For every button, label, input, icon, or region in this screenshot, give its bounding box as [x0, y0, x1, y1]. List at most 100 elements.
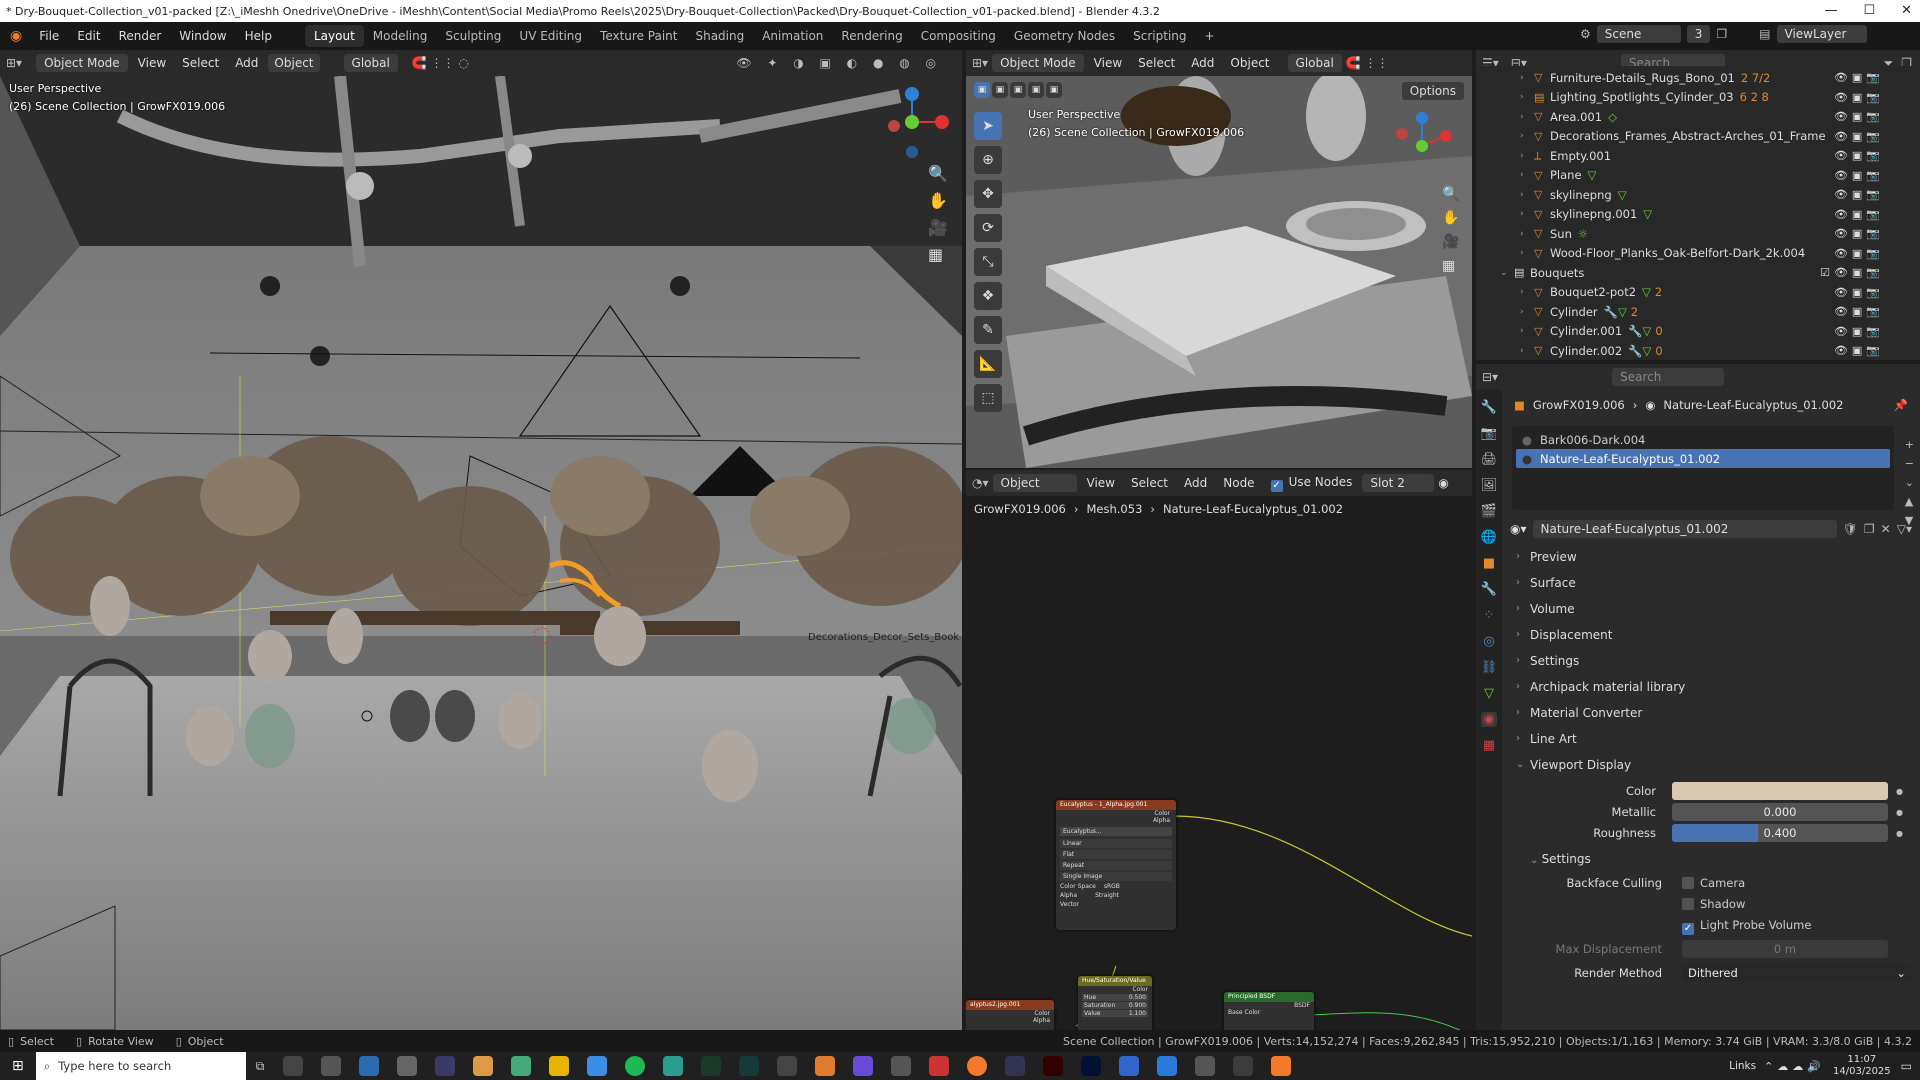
notifications-icon[interactable]: ▭: [1901, 1059, 1912, 1073]
outliner-row[interactable]: › ▤ Lighting_Spotlights_Cylinder_03 6 2 8 👁▣…: [1476, 88, 1920, 108]
section-archipack[interactable]: › Archipack material library: [1502, 674, 1920, 700]
menu-window[interactable]: Window: [170, 29, 235, 43]
measure-tool-icon[interactable]: 📐: [974, 350, 1002, 378]
image-node-source[interactable]: Single Image: [1060, 872, 1172, 881]
app-icon[interactable]: [473, 1056, 494, 1076]
photoshop-icon[interactable]: [1081, 1056, 1102, 1076]
app-icon[interactable]: [701, 1056, 722, 1076]
material-browse-icon[interactable]: ◉▾: [1510, 522, 1527, 536]
visibility-icons[interactable]: 👁▣📷: [1834, 91, 1884, 104]
shader-type-dropdown[interactable]: Object: [992, 474, 1077, 492]
viewport2-menu-select[interactable]: Select: [1132, 54, 1181, 72]
metallic-slider[interactable]: 0.000: [1672, 803, 1888, 821]
object-mode-dropdown-2[interactable]: Object Mode: [992, 54, 1084, 72]
viewport-menu-select[interactable]: Select: [176, 54, 225, 72]
app-icon[interactable]: [321, 1056, 342, 1076]
tab-rendering[interactable]: Rendering: [832, 25, 911, 47]
image-texture-node-2[interactable]: alyptus2.jpg.001 Color Alpha: [966, 1000, 1054, 1030]
close-icon[interactable]: ✕: [1901, 0, 1912, 22]
move-up-icon[interactable]: ▲: [1905, 495, 1914, 508]
pin-icon[interactable]: 📌: [1894, 398, 1908, 412]
chrome-icon[interactable]: [587, 1056, 608, 1076]
menu-help[interactable]: Help: [236, 29, 281, 43]
illustrator-icon[interactable]: [1043, 1056, 1064, 1076]
blender-logo-icon[interactable]: ◉: [0, 28, 30, 44]
outliner-row[interactable]: › ▽ Plane ▽ 👁▣📷: [1476, 166, 1920, 186]
hsv-val-value[interactable]: 1.100: [1129, 1010, 1146, 1017]
tab-layout[interactable]: Layout: [304, 25, 364, 47]
node-editor-type-icon[interactable]: ◔▾: [972, 476, 989, 490]
tab-geometry-nodes[interactable]: Geometry Nodes: [1005, 25, 1124, 47]
render-method-dropdown[interactable]: Dithered ⌄: [1682, 964, 1912, 982]
visibility-icons[interactable]: 👁▣📷: [1834, 325, 1884, 338]
scene-tab-icon[interactable]: 🎬: [1481, 504, 1497, 519]
outliner-row[interactable]: › ▽ Wood-Floor_Planks_Oak-Belfort-Dark_2k.…: [1476, 244, 1920, 264]
node-menu-view[interactable]: View: [1081, 474, 1121, 492]
app-icon[interactable]: [853, 1056, 874, 1076]
camera-view-icon[interactable]: 🎥: [928, 218, 948, 237]
principled-bsdf-node[interactable]: Principled BSDF BSDF Base Color: [1224, 992, 1314, 1030]
transform-orientation-dropdown[interactable]: Global: [343, 54, 398, 72]
hsv-node[interactable]: Hue/Saturation/Value Color Hue 0.500 Satu…: [1078, 976, 1152, 1030]
image-node-ext[interactable]: Repeat: [1060, 861, 1172, 870]
outliner-tree[interactable]: › ▽ Furniture-Details_Rugs_Bono_01 2 7/2 👁▣📷…: [1476, 66, 1920, 360]
transform-orientation-dropdown-2[interactable]: Global: [1287, 54, 1342, 72]
visibility-icons[interactable]: ☑👁▣📷: [1820, 266, 1884, 279]
app-icon[interactable]: [283, 1056, 304, 1076]
file-explorer-icon[interactable]: [549, 1056, 570, 1076]
navigation-gizmo[interactable]: [872, 82, 952, 162]
tab-animation[interactable]: Animation: [753, 25, 832, 47]
material-name-field[interactable]: Nature-Leaf-Eucalyptus_01.002: [1532, 520, 1837, 538]
outliner-row[interactable]: › ▽ Cylinder 🔧▽ 2 👁▣📷: [1476, 302, 1920, 322]
pan-hand-icon[interactable]: ✋: [928, 191, 948, 210]
scene-icon[interactable]: ⚙: [1580, 27, 1591, 41]
outliner-row[interactable]: › ▽ skylinepng ▽ 👁▣📷: [1476, 185, 1920, 205]
material-tab-icon[interactable]: ◉: [1481, 712, 1497, 727]
output-tab-icon[interactable]: 🖨: [1481, 452, 1498, 467]
tray-icons[interactable]: ⌃☁☁🔊: [1764, 1060, 1825, 1073]
slot-menu-icon[interactable]: ⌄: [1905, 476, 1914, 489]
app-icon[interactable]: [739, 1056, 760, 1076]
outliner-row[interactable]: › ▽ Bouquet2-pot2 ▽ 2 👁▣📷: [1476, 283, 1920, 303]
menu-edit[interactable]: Edit: [68, 29, 109, 43]
outliner-row[interactable]: › ▽ Cylinder.001 🔧▽ 0 👁▣📷: [1476, 322, 1920, 342]
viewport2-menu-add[interactable]: Add: [1185, 54, 1220, 72]
tab-scripting[interactable]: Scripting: [1124, 25, 1195, 47]
spotify-icon[interactable]: [625, 1056, 646, 1076]
world-tab-icon[interactable]: 🌐: [1481, 530, 1497, 545]
outliner-row-collection[interactable]: ⌄ ▤ Bouquets ☑👁▣📷: [1476, 263, 1920, 283]
outliner-row[interactable]: › ▽ Cylinder.002 🔧▽ 0 👁▣📷: [1476, 341, 1920, 360]
max-displacement-field[interactable]: 0 m: [1682, 940, 1888, 958]
section-preview[interactable]: › Preview: [1502, 544, 1920, 570]
tool-tab-icon[interactable]: 🔧: [1481, 400, 1497, 415]
tab-shading[interactable]: Shading: [686, 25, 753, 47]
visibility-icons[interactable]: 👁▣📷: [1834, 247, 1884, 260]
outliner-row[interactable]: › ⟂ Empty.001 👁▣📷: [1476, 146, 1920, 166]
view-layer-tab-icon[interactable]: 🖼: [1481, 478, 1498, 493]
app-icon[interactable]: [1119, 1056, 1140, 1076]
outliner-row[interactable]: › ▽ Furniture-Details_Rugs_Bono_01 2 7/2 👁▣📷: [1476, 68, 1920, 88]
node-editor-canvas[interactable]: GrowFX019.006 › Mesh.053 › Nature-Leaf-Euc…: [966, 496, 1472, 1030]
scale-tool-icon[interactable]: ⤡: [974, 248, 1002, 276]
navigation-gizmo-2[interactable]: [1386, 106, 1456, 176]
task-view-icon[interactable]: ⧉: [256, 1059, 265, 1074]
tab-uv-editing[interactable]: UV Editing: [510, 25, 591, 47]
move-tool-icon[interactable]: ✥: [974, 180, 1002, 208]
camera-view-icon-2[interactable]: 🎥: [1442, 234, 1459, 250]
section-volume[interactable]: › Volume: [1502, 596, 1920, 622]
object-mode-dropdown[interactable]: Object Mode: [36, 54, 128, 72]
app-icon[interactable]: [511, 1056, 532, 1076]
visibility-icons[interactable]: 👁▣📷: [1834, 286, 1884, 299]
section-settings[interactable]: › Settings: [1502, 648, 1920, 674]
snap-icon-2[interactable]: 🧲 ⋮⋮: [1346, 56, 1389, 70]
material-slot-item[interactable]: ● Bark006-Dark.004: [1516, 430, 1890, 449]
camera-checkbox[interactable]: Camera: [1682, 876, 1745, 890]
viewport2-menu-object[interactable]: Object: [1224, 54, 1275, 72]
texture-tab-icon[interactable]: ▦: [1483, 738, 1495, 753]
visibility-icons[interactable]: 👁▣📷: [1834, 149, 1884, 162]
visibility-icons[interactable]: 👁▣📷: [1834, 169, 1884, 182]
options-dropdown[interactable]: Options: [1401, 82, 1464, 100]
clock[interactable]: 11:07 14/03/2025: [1833, 1054, 1891, 1078]
visibility-icons[interactable]: 👁▣📷: [1834, 227, 1884, 240]
hsv-hue-value[interactable]: 0.500: [1129, 994, 1146, 1001]
